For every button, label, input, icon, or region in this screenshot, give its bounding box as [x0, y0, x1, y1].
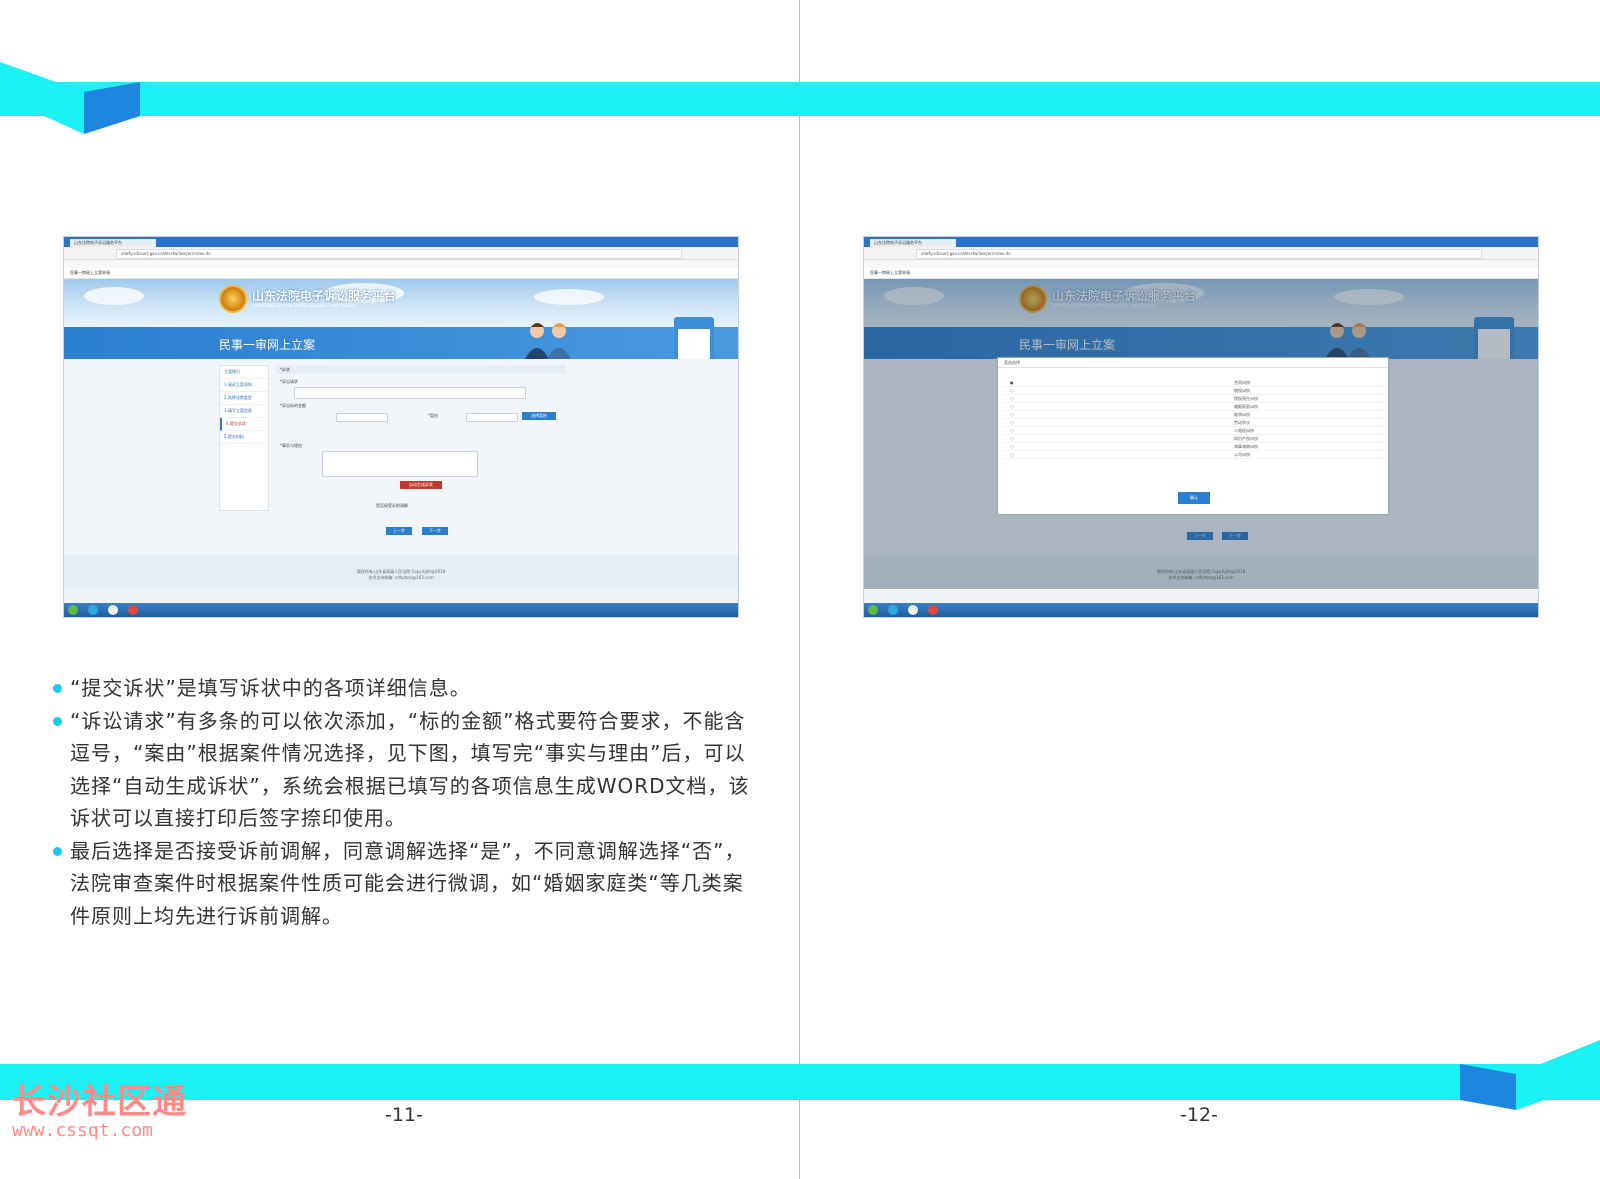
radio-icon[interactable]: ○ [1010, 452, 1014, 458]
browser-toolbar: sdwfy.sdcourt.gov.cn/dzssfw/lawyer/index… [64, 247, 738, 260]
media-icon[interactable] [908, 605, 918, 615]
step-item[interactable]: 1.阅读立案须知 [220, 379, 268, 392]
list-item: ○ 劳动争议 [1004, 420, 1382, 427]
window-title: 民事一审网上立案申请 [864, 268, 1538, 279]
section-title: 民事一审网上立案 [219, 338, 316, 352]
watermark-logo: 长沙社区通 www.cssqt.com [12, 1083, 187, 1141]
radio-icon[interactable]: ○ [1010, 412, 1014, 418]
address-bar[interactable]: sdwfy.sdcourt.gov.cn/dzssfw/lawyer/index… [916, 249, 1482, 259]
radio-icon[interactable]: ○ [1010, 388, 1014, 394]
site-subtitle: SHANDONG FAYUAN DIANZI SUSONG FUWU PINGT… [252, 303, 357, 308]
step-item[interactable]: 3.填写立案信息 [220, 405, 268, 418]
title-band [64, 327, 738, 359]
radio-icon[interactable]: ○ [1010, 436, 1014, 442]
list-item: ○ 公司纠纷 [1004, 452, 1382, 459]
media-icon[interactable] [108, 605, 118, 615]
cause-select-dialog: 案由选择 ● 合同纠纷 ○ 物权纠纷 ○ 侵权责任纠纷 ○ 婚姻家庭纠纷 ○ 继承纠纷 ○… [997, 357, 1389, 515]
windows-taskbar [64, 603, 738, 617]
bullet-dot-icon [53, 684, 62, 693]
list-item: “提交诉状”是填写诉状中的各项详细信息。 [50, 672, 760, 705]
radio-icon[interactable]: ○ [1010, 396, 1014, 402]
step-list: 立案指引 1.阅读立案须知 2.选择法院类型 3.填写立案信息 4.提交诉状 5… [219, 365, 269, 511]
list-item: ○ 知识产权纠纷 [1004, 436, 1382, 443]
step-item[interactable]: 5.提交材料 [220, 431, 268, 444]
dialog-title: 案由选择 [998, 358, 1388, 368]
list-item: “诉讼请求”有多条的可以依次添加，“标的金额”格式要符合要求，不能含逗号，“案由… [50, 705, 760, 835]
browser-tab-strip: 山东法院电子诉讼服务平台 [64, 237, 738, 247]
list-item: ○ 婚姻家庭纠纷 [1004, 404, 1382, 411]
start-icon[interactable] [68, 605, 78, 615]
footer-copyright: 版权所有:山东省高级人民法院 Copyright@2018 [356, 569, 446, 574]
step-item-active[interactable]: 4.提交诉状 [220, 418, 268, 431]
page-number-left: -11- [385, 1104, 423, 1126]
list-item: 最后选择是否接受诉前调解，同意调解选择“是”，不同意调解选择“否”，法院审查案件… [50, 835, 760, 933]
list-item: ○ 物权纠纷 [1004, 388, 1382, 395]
browser-tab[interactable]: 山东法院电子诉讼服务平台 [870, 239, 956, 247]
facts-textarea[interactable] [322, 451, 478, 477]
list-item: ○ 继承纠纷 [1004, 412, 1382, 419]
radio-icon[interactable]: ● [1010, 380, 1014, 386]
form-header: *诉状 [276, 365, 566, 374]
radio-icon[interactable]: ○ [1010, 404, 1014, 410]
bookmarks-bar [64, 260, 738, 268]
ie-icon[interactable] [88, 605, 98, 615]
chrome-icon[interactable] [928, 605, 938, 615]
radio-icon[interactable]: ○ [1010, 420, 1014, 426]
ie-icon[interactable] [888, 605, 898, 615]
start-icon[interactable] [868, 605, 878, 615]
list-item: ○ 人格权纠纷 [1004, 428, 1382, 435]
watermark-name: 长沙社区通 [12, 1082, 187, 1122]
cause-label: *案由 [428, 413, 438, 418]
site-footer: 版权所有:山东省高级人民法院 Copyright@2018 技术支持邮箱: sd… [64, 555, 738, 589]
instruction-list: “提交诉状”是填写诉状中的各项详细信息。 “诉讼请求”有多条的可以依次添加，“标… [50, 672, 760, 932]
facts-label: *事实与理由 [280, 443, 302, 448]
chrome-icon[interactable] [128, 605, 138, 615]
site-name: 山东法院电子诉讼服务平台 [252, 289, 397, 303]
list-item: ● 合同纠纷 [1004, 380, 1382, 387]
browser-tab-strip: 山东法院电子诉讼服务平台 [864, 237, 1538, 247]
radio-icon[interactable]: ○ [1010, 444, 1014, 450]
list-item: ○ 侵权责任纠纷 [1004, 396, 1382, 403]
claims-label: *诉讼请求 [280, 379, 298, 384]
next-step-button[interactable]: 下一步 [422, 527, 448, 535]
bullet-dot-icon [53, 846, 62, 856]
confirm-button[interactable]: 确认 [1178, 492, 1210, 504]
amount-label: *诉讼标的金额 [280, 403, 306, 408]
screenshot-cause-dialog: 山东法院电子诉讼服务平台 sdwfy.sdcourt.gov.cn/dzssfw… [863, 236, 1539, 618]
screenshot-submit-complaint: 山东法院电子诉讼服务平台 sdwfy.sdcourt.gov.cn/dzssfw… [63, 236, 739, 618]
windows-taskbar [864, 603, 1538, 617]
page-number-right: -12- [1180, 1104, 1218, 1126]
footer-email: 技术支持邮箱: sdfydzss@163.com [368, 575, 434, 580]
auto-generate-button[interactable]: 自动生成诉状 [400, 481, 442, 489]
amount-input[interactable] [336, 413, 388, 422]
site-banner [64, 279, 738, 327]
court-emblem-icon [219, 285, 247, 313]
radio-icon[interactable]: ○ [1010, 428, 1014, 434]
bookmarks-bar [864, 260, 1538, 268]
address-bar[interactable]: sdwfy.sdcourt.gov.cn/dzssfw/lawyer/index… [116, 249, 682, 259]
people-illustration-icon [525, 323, 571, 359]
step-item: 立案指引 [220, 366, 268, 379]
select-cause-button[interactable]: 选择案由 [522, 412, 556, 420]
prev-step-button[interactable]: 上一步 [386, 527, 412, 535]
bullet-dot-icon [53, 716, 62, 726]
list-item: ○ 海事海商纠纷 [1004, 444, 1382, 451]
watermark-url: www.cssqt.com [12, 1120, 153, 1141]
window-title: 民事一审网上立案申请 [64, 268, 738, 279]
step-item[interactable]: 2.选择法院类型 [220, 392, 268, 405]
mediation-label: 是否接受诉前调解 [376, 503, 408, 508]
cause-input[interactable] [466, 413, 518, 422]
complaint-form: *诉状 *诉讼请求 *诉讼标的金额 *案由 选择案由 *事实与理由 自动生成诉状… [276, 365, 566, 535]
claims-input[interactable] [294, 387, 526, 399]
browser-tab[interactable]: 山东法院电子诉讼服务平台 [70, 239, 156, 247]
browser-toolbar: sdwfy.sdcourt.gov.cn/dzssfw/lawyer/index… [864, 247, 1538, 260]
